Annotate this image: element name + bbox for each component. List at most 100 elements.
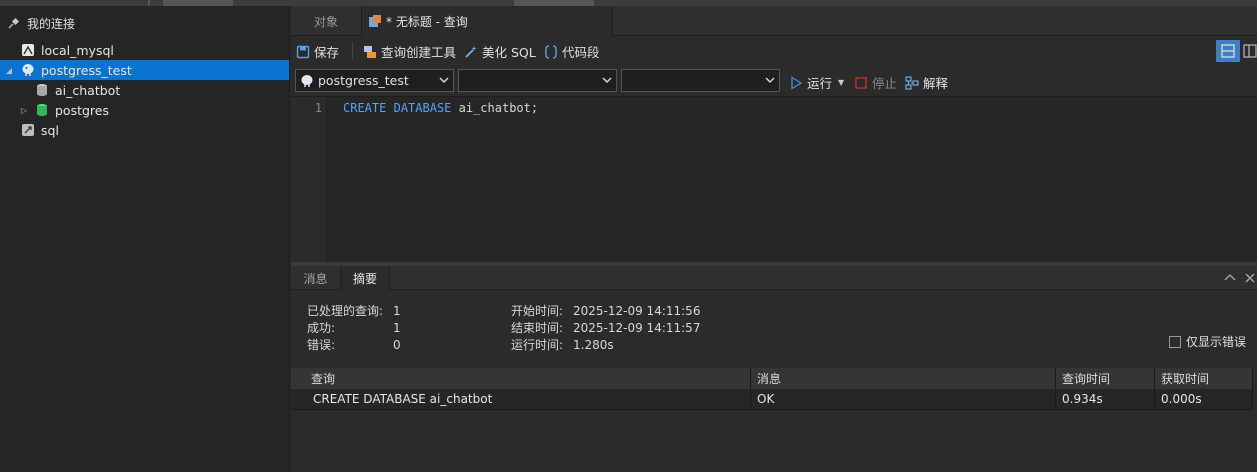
postgres-connection-icon	[22, 64, 34, 76]
tab-objects[interactable]: 对象	[291, 6, 361, 36]
postgres-connection-icon	[301, 74, 313, 87]
tab-label: 摘要	[352, 271, 377, 286]
connection-sidebar: 我的连接 local_mysql ◢ postgress_test ai_cha…	[0, 6, 290, 472]
explain-icon	[905, 75, 919, 90]
result-tab-bar: 消息 摘要	[291, 266, 1257, 290]
stop-icon	[855, 76, 867, 89]
sidebar-item-label: sql	[41, 122, 59, 138]
line-gutter: 1	[291, 97, 327, 263]
query-builder-icon	[364, 45, 376, 58]
run-button[interactable]: 运行 ▼	[789, 73, 844, 92]
sidebar-item-local-mysql[interactable]: local_mysql	[0, 40, 289, 60]
connection-icon	[22, 124, 34, 136]
beautify-sql-button[interactable]: 美化 SQL	[464, 42, 536, 61]
sidebar-item-label: local_mysql	[41, 42, 114, 58]
tab-bar: 对象 * 无标题 - 查询	[291, 6, 1257, 36]
toolbar-divider	[352, 42, 353, 60]
plug-icon	[8, 17, 20, 29]
database-icon	[37, 104, 47, 116]
sidebar-item-postgress-test[interactable]: ◢ postgress_test	[0, 60, 289, 80]
table-header: 查询 消息 查询时间 获取时间	[291, 368, 1253, 389]
tab-summary[interactable]: 摘要	[340, 266, 390, 290]
save-icon	[296, 45, 310, 58]
snippet-label: 代码段	[562, 45, 600, 60]
collapse-arrow-icon[interactable]: ▷	[19, 106, 29, 115]
cell-query: CREATE DATABASE ai_chatbot	[291, 389, 751, 410]
explain-button[interactable]: 解释	[905, 73, 948, 92]
split-view-icon	[1221, 44, 1235, 58]
error-label: 错误:	[307, 338, 336, 352]
schema-select[interactable]	[621, 69, 780, 92]
run-time-label: 运行时间:	[511, 338, 564, 352]
cell-fetch-time: 0.000s	[1155, 389, 1253, 410]
layout-toggle-active[interactable]	[1216, 40, 1240, 62]
query-icon	[369, 15, 381, 27]
connection-select-value: postgress_test	[318, 73, 409, 88]
stop-button[interactable]: 停止	[854, 73, 897, 92]
connection-select[interactable]: postgress_test	[295, 69, 454, 92]
stop-label: 停止	[872, 76, 898, 91]
table-row[interactable]: CREATE DATABASE ai_chatbot OK 0.934s 0.0…	[291, 389, 1253, 410]
cell-message: OK	[751, 389, 1056, 410]
cell-query-time: 0.934s	[1056, 389, 1155, 410]
checkbox[interactable]	[1169, 335, 1181, 348]
toolbar: 保存 查询创建工具 美化 SQL 代码段	[291, 36, 1257, 66]
show-errors-only-toggle[interactable]: 仅显示错误	[1169, 333, 1246, 350]
side-panel-icon	[1243, 44, 1257, 58]
close-icon[interactable]	[1244, 272, 1256, 284]
sidebar-item-label: postgres	[55, 102, 109, 118]
selector-row: postgress_test 运行 ▼ 停止 解释	[291, 66, 1257, 96]
tab-label: * 无标题 - 查询	[386, 14, 468, 29]
beautify-label: 美化 SQL	[482, 45, 536, 60]
save-button[interactable]: 保存	[296, 42, 339, 61]
explain-label: 解释	[923, 76, 949, 91]
tab-messages[interactable]: 消息	[291, 266, 340, 290]
sidebar-item-label: ai_chatbot	[55, 82, 121, 98]
play-icon	[791, 75, 803, 90]
run-label: 运行	[807, 76, 833, 91]
column-header-query[interactable]: 查询	[291, 368, 751, 389]
tab-label: 消息	[303, 271, 328, 286]
layout-toggle[interactable]	[1243, 40, 1257, 62]
column-header-message[interactable]: 消息	[751, 368, 1056, 389]
chevron-down-icon	[602, 77, 612, 83]
sidebar-item-ai-chatbot[interactable]: ai_chatbot	[0, 80, 289, 100]
start-time-value: 2025-12-09 14:11:56	[573, 303, 701, 318]
results-table: 查询 消息 查询时间 获取时间 CREATE DATABASE ai_chatb…	[291, 368, 1253, 410]
query-builder-button[interactable]: 查询创建工具	[363, 42, 456, 61]
magic-wand-icon	[465, 45, 477, 58]
start-time-label: 开始时间:	[511, 304, 564, 318]
code-line[interactable]: CREATE DATABASE ai_chatbot;	[343, 101, 538, 115]
column-header-query-time[interactable]: 查询时间	[1056, 368, 1155, 389]
run-dropdown-icon[interactable]: ▼	[838, 78, 844, 87]
sidebar-item-sql[interactable]: sql	[0, 120, 289, 140]
sql-keyword: DATABASE	[393, 101, 452, 115]
query-editor-pane: 对象 * 无标题 - 查询 保存 查询创建工具 美化 SQL 代码段 postg…	[291, 6, 1257, 472]
end-time-value: 2025-12-09 14:11:57	[573, 320, 701, 335]
tab-label: 对象	[313, 14, 338, 29]
code-snippet-button[interactable]: 代码段	[544, 42, 600, 61]
sidebar-header: 我的连接	[0, 6, 289, 40]
chevron-down-icon	[765, 77, 775, 83]
error-value: 0	[393, 337, 401, 352]
processed-label: 已处理的查询:	[307, 304, 384, 318]
tab-query[interactable]: * 无标题 - 查询	[361, 6, 613, 36]
checkbox-label: 仅显示错误	[1186, 335, 1247, 349]
line-number: 1	[314, 101, 322, 115]
expand-arrow-icon[interactable]: ◢	[4, 66, 14, 75]
collapse-up-icon[interactable]	[1224, 272, 1236, 284]
sql-editor[interactable]: 1 CREATE DATABASE ai_chatbot;	[291, 96, 1257, 263]
braces-icon	[544, 44, 558, 59]
mysql-connection-icon	[22, 44, 34, 56]
save-label: 保存	[314, 45, 340, 60]
success-label: 成功:	[307, 321, 336, 335]
sidebar-item-label: postgress_test	[41, 62, 132, 78]
sidebar-item-postgres[interactable]: ▷ postgres	[0, 100, 289, 120]
sidebar-title: 我的连接	[27, 16, 76, 31]
summary-panel: 已处理的查询: 1 开始时间: 2025-12-09 14:11:56 成功: …	[307, 302, 700, 353]
column-header-fetch-time[interactable]: 获取时间	[1155, 368, 1253, 389]
success-value: 1	[393, 320, 401, 335]
database-select[interactable]	[458, 69, 617, 92]
sql-identifier: ai_chatbot;	[458, 101, 539, 115]
chevron-down-icon	[439, 77, 449, 83]
